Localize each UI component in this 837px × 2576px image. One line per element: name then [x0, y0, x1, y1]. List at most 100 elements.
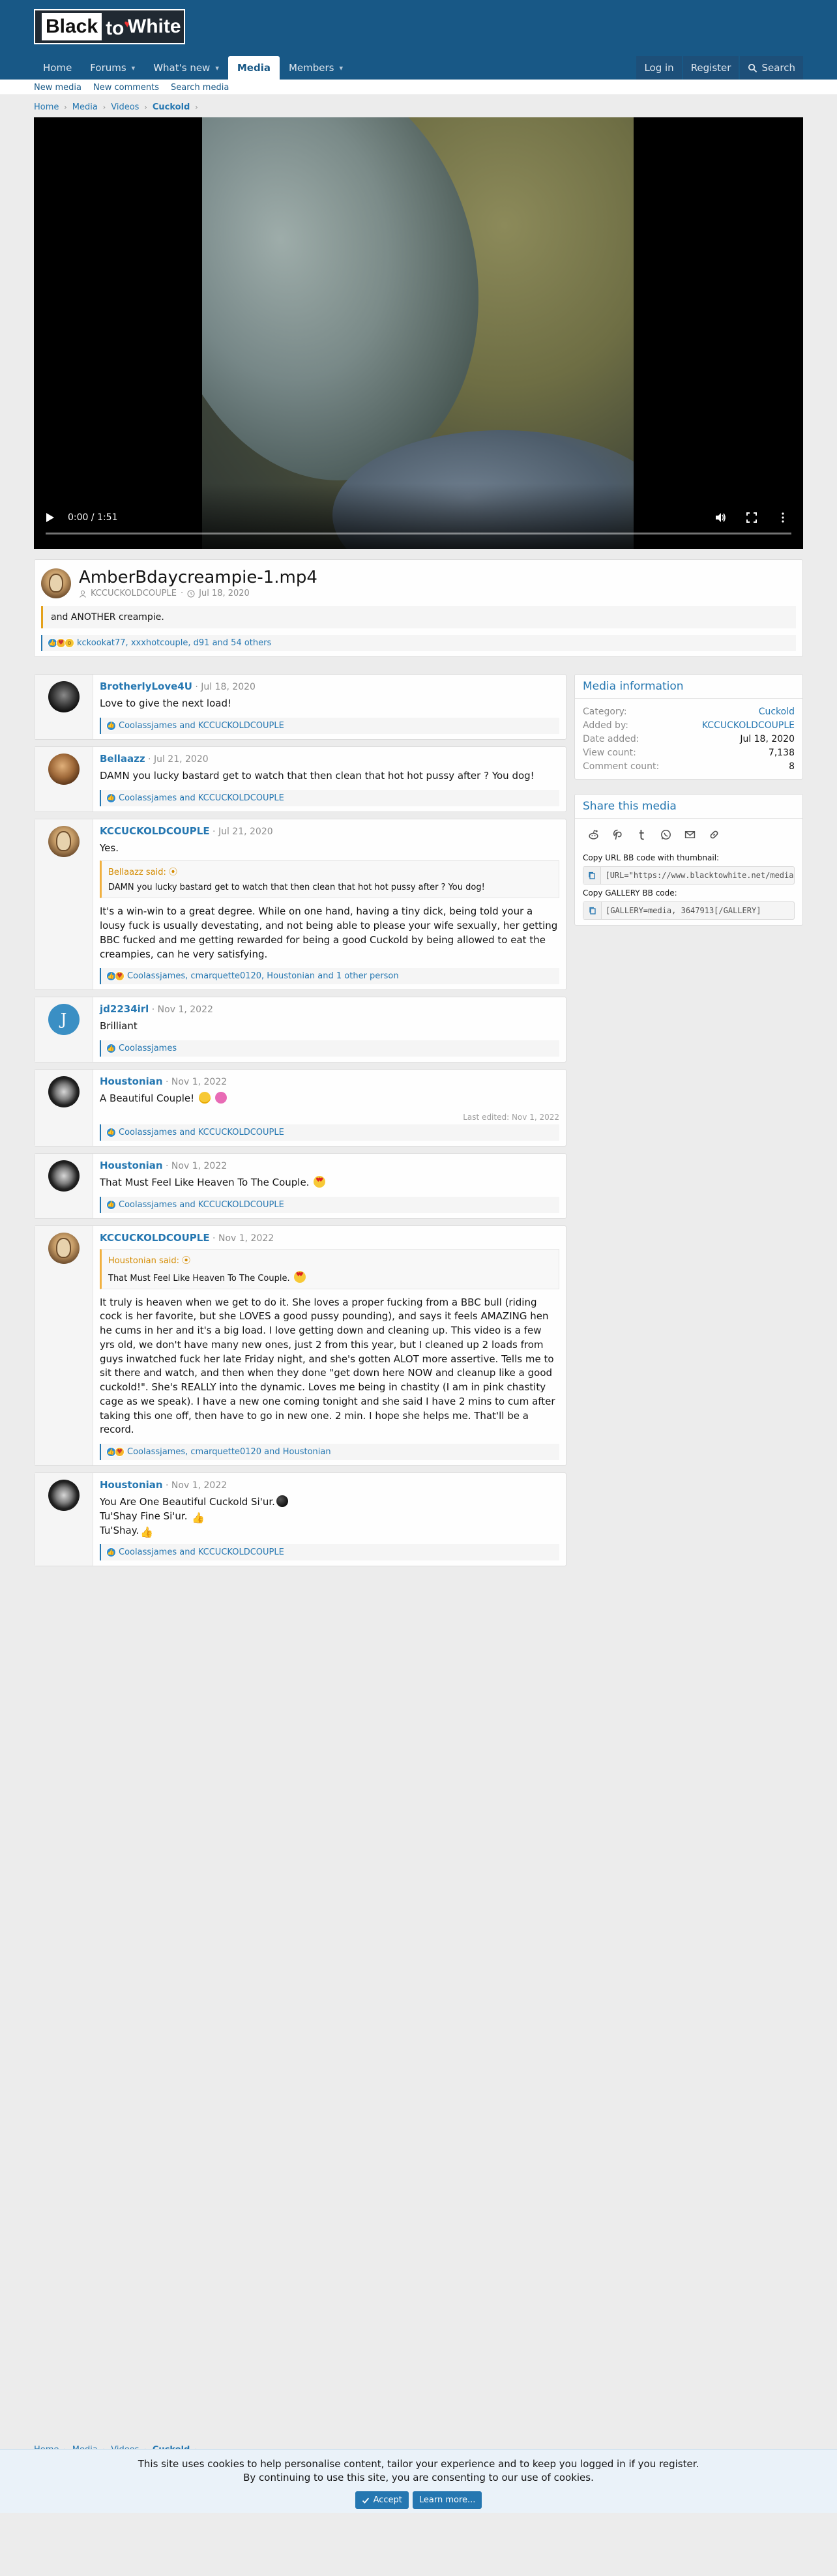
comment: Bellaazz · Jul 21, 2020 DAMN you lucky b…: [34, 746, 566, 812]
comment-date[interactable]: Nov 1, 2022: [171, 1161, 227, 1171]
thumbs-up-emoji-icon: 👍: [192, 1511, 205, 1524]
comment-user[interactable]: KCCUCKOLDCOUPLE: [100, 1232, 210, 1244]
comment-user[interactable]: BrotherlyLove4U: [100, 681, 192, 692]
comment-reactions[interactable]: 👍 Coolassjames: [100, 1040, 559, 1057]
comment-user[interactable]: Houstonian: [100, 1076, 163, 1087]
comment-reactions[interactable]: 👍 ♥ Coolassjames, cmarquette0120 and Houst…: [100, 1444, 559, 1460]
nav-home[interactable]: Home: [34, 56, 81, 80]
comment-text: It's a win-win to a great degree. While …: [100, 905, 558, 960]
comment-date[interactable]: Jul 18, 2020: [201, 682, 256, 692]
comment-reactions[interactable]: 👍 Coolassjames and KCCUCKOLDCOUPLE: [100, 717, 559, 734]
avatar[interactable]: [48, 1160, 80, 1192]
breadcrumb-media[interactable]: Media: [72, 102, 98, 112]
site-logo[interactable]: Black to♥ White: [34, 9, 185, 44]
tumblr-icon[interactable]: [636, 829, 647, 840]
comment-date[interactable]: Jul 21, 2020: [218, 827, 273, 837]
media-date: Jul 18, 2020: [199, 589, 250, 598]
nav-forums[interactable]: Forums ▾: [81, 56, 144, 80]
comment-reactions[interactable]: 👍 Coolassjames and KCCUCKOLDCOUPLE: [100, 1124, 559, 1141]
comment-date[interactable]: Nov 1, 2022: [218, 1233, 274, 1244]
avatar[interactable]: [48, 1232, 80, 1264]
comment-text: Tu'Shay Fine Si'ur.: [100, 1510, 188, 1522]
comment: J jd2234irl · Nov 1, 2022 Brilliant 👍 Coo…: [34, 997, 566, 1062]
accept-cookies-button[interactable]: Accept: [355, 2491, 409, 2509]
comment-date[interactable]: Nov 1, 2022: [171, 1480, 227, 1491]
comment-reactions[interactable]: 👍 ♥ Coolassjames, cmarquette0120, Houstoni…: [100, 968, 559, 985]
media-author[interactable]: KCCUCKOLDCOUPLE: [91, 589, 177, 598]
email-icon[interactable]: [684, 829, 696, 840]
fullscreen-icon[interactable]: [746, 512, 757, 523]
chevron-down-icon[interactable]: ▾: [339, 64, 343, 72]
comment-text: Yes.: [100, 842, 119, 854]
quote-block: Houstonian said: ⦿ That Must Feel Like H…: [100, 1248, 559, 1289]
comment-date[interactable]: Nov 1, 2022: [158, 1004, 213, 1015]
info-view-count: View count: 7,138: [583, 748, 795, 758]
reddit-icon[interactable]: [588, 829, 599, 840]
avatar[interactable]: [48, 753, 80, 785]
comment-user[interactable]: jd2234irl: [100, 1003, 149, 1015]
love-icon: ♥: [115, 971, 125, 982]
reactions-users[interactable]: kckookat77, xxxhotcouple, d91 and 54 oth…: [77, 638, 271, 648]
comment-user[interactable]: Houstonian: [100, 1160, 163, 1171]
reactions-bar[interactable]: 👍 ♥ o kckookat77, xxxhotcouple, d91 and 54…: [41, 635, 796, 651]
quote-author[interactable]: Bellaazz said: ⦿: [102, 861, 559, 879]
login-button[interactable]: Log in: [636, 56, 682, 80]
breadcrumb-home[interactable]: Home: [34, 102, 59, 112]
breadcrumb-videos[interactable]: Videos: [111, 102, 139, 112]
learn-more-button[interactable]: Learn more...: [412, 2491, 482, 2509]
subnav-new-comments[interactable]: New comments: [93, 83, 159, 93]
nav-media[interactable]: Media: [228, 56, 280, 80]
chevron-down-icon[interactable]: ▾: [132, 64, 136, 72]
love-icon: ♥: [115, 1447, 125, 1457]
like-icon: 👍: [106, 720, 116, 731]
comment-user[interactable]: Houstonian: [100, 1479, 163, 1491]
video-player[interactable]: 0:00 / 1:51: [34, 117, 803, 549]
copy-button[interactable]: [583, 902, 602, 919]
nav-members[interactable]: Members ▾: [280, 56, 352, 80]
media-title: AmberBdaycreampie-1.mp4: [79, 568, 317, 587]
subnav-search-media[interactable]: Search media: [171, 83, 229, 93]
comments-list: BrotherlyLove4U · Jul 18, 2020 Love to g…: [34, 674, 566, 1573]
avatar[interactable]: [48, 681, 80, 712]
avatar[interactable]: [48, 1076, 80, 1107]
quote-author[interactable]: Houstonian said: ⦿: [102, 1250, 559, 1267]
logo-black-text: Black: [42, 13, 102, 40]
comment-date[interactable]: Nov 1, 2022: [171, 1077, 227, 1087]
volume-icon[interactable]: [714, 512, 726, 523]
chevron-down-icon[interactable]: ▾: [215, 64, 219, 72]
pinterest-icon[interactable]: [612, 829, 623, 840]
cookie-text: This site uses cookies to help personali…: [138, 2458, 699, 2470]
logo-to-text: to♥: [106, 18, 130, 39]
play-icon[interactable]: [46, 512, 55, 523]
comment-reactions[interactable]: 👍 Coolassjames and KCCUCKOLDCOUPLE: [100, 1544, 559, 1561]
comment-reactions[interactable]: 👍 Coolassjames and KCCUCKOLDCOUPLE: [100, 789, 559, 806]
copy-gallery-value[interactable]: [GALLERY=media, 3647913[/GALLERY]: [602, 902, 765, 919]
search-button[interactable]: Search: [740, 56, 803, 80]
comment-user[interactable]: KCCUCKOLDCOUPLE: [100, 825, 210, 837]
copy-button[interactable]: [583, 867, 602, 884]
quote-text: That Must Feel Like Heaven To The Couple…: [108, 1273, 290, 1283]
link-icon[interactable]: [709, 829, 720, 840]
avatar[interactable]: [48, 1480, 80, 1511]
chevron-right-icon: ›: [64, 102, 67, 111]
whatsapp-icon[interactable]: [660, 829, 671, 840]
register-button[interactable]: Register: [683, 56, 739, 80]
copy-gallery-field[interactable]: [GALLERY=media, 3647913[/GALLERY]: [583, 901, 795, 920]
avatar[interactable]: J: [48, 1004, 80, 1036]
comment-user[interactable]: Bellaazz: [100, 753, 145, 765]
copy-url-value[interactable]: [URL="https://www.blacktowhite.net/media: [601, 867, 794, 884]
user-icon: [80, 590, 86, 598]
video-progress-bar[interactable]: [46, 533, 791, 534]
copy-url-field[interactable]: [URL="https://www.blacktowhite.net/media: [583, 866, 795, 885]
comment-date[interactable]: Jul 21, 2020: [154, 754, 209, 765]
nav-whats-new[interactable]: What's new ▾: [144, 56, 228, 80]
avatar[interactable]: [48, 825, 80, 857]
more-options-icon[interactable]: [777, 512, 789, 523]
share-media-title: Share this media: [575, 795, 802, 819]
like-icon: 👍: [106, 793, 116, 803]
subnav-new-media[interactable]: New media: [34, 83, 81, 93]
breadcrumb-cuckold[interactable]: Cuckold: [153, 102, 190, 112]
avatar[interactable]: [41, 568, 71, 598]
comment-reactions[interactable]: 👍 Coolassjames and KCCUCKOLDCOUPLE: [100, 1196, 559, 1213]
comment: KCCUCKOLDCOUPLE · Nov 1, 2022 Houstonian…: [34, 1225, 566, 1466]
